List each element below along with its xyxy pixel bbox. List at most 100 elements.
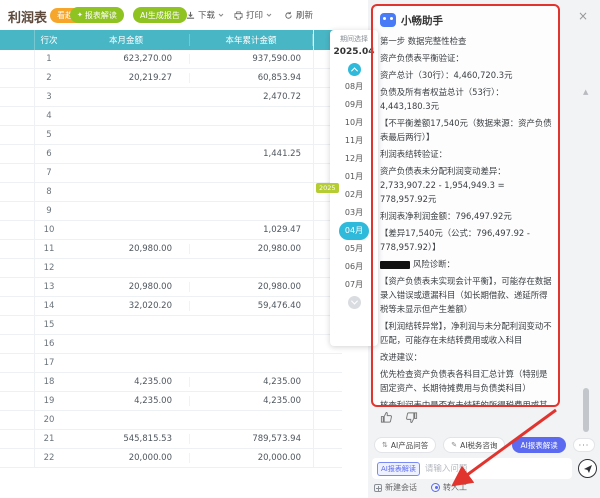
ai-scrollbar-thumb[interactable]	[583, 388, 589, 432]
thumbs-down-icon[interactable]	[405, 411, 418, 424]
table-row[interactable]: 8	[0, 183, 342, 202]
month-item[interactable]: 08月	[339, 78, 369, 96]
chip-selected[interactable]: AI报表解读	[512, 437, 565, 453]
cell-line-number: 22	[35, 453, 63, 463]
current-period: 2025.04	[334, 47, 375, 57]
month-item[interactable]: 12月	[339, 150, 369, 168]
refresh-button[interactable]: 刷新	[284, 9, 313, 21]
close-icon[interactable]: ×	[578, 10, 588, 22]
cell-line-number: 21	[35, 434, 63, 444]
sparkle-icon: ✦	[77, 11, 83, 19]
send-plane-icon	[583, 464, 593, 474]
cell-ytd-amount: 2,470.72	[190, 92, 313, 102]
period-scroll-down-button[interactable]	[348, 296, 361, 309]
cell-line-number: 8	[35, 187, 63, 197]
cell-item	[0, 297, 35, 315]
cell-line-number: 18	[35, 377, 63, 387]
table-row[interactable]: 32,470.72	[0, 88, 342, 107]
cell-line-number: 4	[35, 111, 63, 121]
table-row[interactable]: 220,219.2760,853.94	[0, 69, 342, 88]
cell-item	[0, 449, 35, 467]
print-button[interactable]: 打印	[234, 9, 272, 21]
table-row[interactable]: 5	[0, 126, 342, 145]
assistant-paragraph: 【不平衡差额17,540元（数据来源：资产负债表最后两行）】	[380, 116, 552, 144]
cell-line-number: 9	[35, 206, 63, 216]
cell-line-number: 12	[35, 263, 63, 273]
cell-filler	[313, 430, 342, 448]
cell-item	[0, 126, 35, 144]
ai-generate-report-button[interactable]: AI生成报告	[133, 7, 187, 23]
month-item[interactable]: 03月	[339, 204, 369, 222]
month-item[interactable]: 01月	[339, 168, 369, 186]
cell-ytd-amount: 20,980.00	[190, 244, 313, 254]
table-row[interactable]: 20	[0, 411, 342, 430]
refresh-icon	[284, 11, 293, 20]
assistant-paragraph: 优先检查资产负债表各科目汇总计算（特别是固定资产、长期待摊费用与负债类科目）	[380, 367, 552, 395]
cell-ytd-amount: 20,000.00	[190, 453, 313, 463]
table-row[interactable]: 61,441.25	[0, 145, 342, 164]
cell-month-amount: 4,235.00	[63, 377, 190, 387]
table-row[interactable]: 194,235.004,235.00	[0, 392, 342, 411]
cell-line-number: 20	[35, 415, 63, 425]
table-row[interactable]: 12	[0, 259, 342, 278]
cell-line-number: 2	[35, 73, 63, 83]
chip-item[interactable]: ✎AI税务咨询	[443, 437, 505, 453]
month-item-selected[interactable]: 04月	[339, 222, 369, 240]
more-chips-button[interactable]: ···	[573, 438, 595, 452]
cell-item	[0, 411, 35, 429]
cell-item	[0, 335, 35, 353]
table-row[interactable]: 2220,000.0020,000.00	[0, 449, 342, 468]
new-session-link[interactable]: 新建会话	[374, 482, 417, 493]
cell-item	[0, 164, 35, 182]
month-item[interactable]: 05月	[339, 240, 369, 258]
cell-ytd-amount: 1,029.47	[190, 225, 313, 235]
to-human-agent-link[interactable]: 转人工	[431, 482, 467, 493]
cell-ytd-amount: 59,476.40	[190, 301, 313, 311]
table-row[interactable]: 17	[0, 354, 342, 373]
cell-line-number: 11	[35, 244, 63, 254]
assistant-paragraph: 改进建议：	[380, 350, 552, 364]
thumbs-up-icon[interactable]	[380, 411, 393, 424]
period-scroll-up-button[interactable]	[348, 63, 361, 76]
table-row[interactable]: 184,235.004,235.00	[0, 373, 342, 392]
table-row[interactable]: 1623,270.00937,590.00	[0, 50, 342, 69]
month-item[interactable]: 02月	[339, 186, 369, 204]
table-row[interactable]: 1120,980.0020,980.00	[0, 240, 342, 259]
question-input[interactable]	[425, 464, 567, 474]
month-item[interactable]: 09月	[339, 96, 369, 114]
report-interpret-button[interactable]: ✦报表解读	[70, 7, 124, 23]
month-item[interactable]: 10月	[339, 114, 369, 132]
cell-item	[0, 316, 35, 334]
send-button[interactable]	[578, 459, 597, 478]
table-row[interactable]: 1432,020.2059,476.40	[0, 297, 342, 316]
header-ytd-amount: 本年累计金额	[190, 34, 313, 46]
cell-line-number: 10	[35, 225, 63, 235]
month-item[interactable]: 11月	[339, 132, 369, 150]
report-area: 利润表 看趋势 ✦报表解读 AI生成报告 下载 打印 刷新 行次	[0, 0, 368, 498]
cell-ytd-amount: 4,235.00	[190, 377, 313, 387]
table-row[interactable]: 16	[0, 335, 342, 354]
download-button[interactable]: 下载	[186, 9, 224, 21]
table-row[interactable]: 10 1,029.47	[0, 221, 342, 240]
month-item[interactable]: 06月	[339, 258, 369, 276]
cell-item	[0, 392, 35, 410]
table-row[interactable]: 7	[0, 164, 342, 183]
table-row[interactable]: 21545,815.53789,573.94	[0, 430, 342, 449]
cell-item	[0, 430, 35, 448]
table-header-row: 行次 本月金额 本年累计金额	[0, 30, 342, 50]
table-row[interactable]: 9	[0, 202, 342, 221]
month-list: 08月09月10月11月12月01月02月03月04月05月06月07月	[339, 78, 369, 294]
assistant-paragraph: 资产负债表未分配利润变动差异：2,733,907.22 - 1,954,949.…	[380, 164, 552, 206]
cell-filler	[313, 411, 342, 429]
scroll-up-arrow-icon[interactable]: ▲	[583, 88, 588, 96]
chip-label: AI税务咨询	[460, 440, 497, 451]
table-row[interactable]: 15	[0, 316, 342, 335]
cell-filler	[313, 354, 342, 372]
table-row[interactable]: 4	[0, 107, 342, 126]
cell-item	[0, 88, 35, 106]
cell-month-amount: 623,270.00	[63, 54, 190, 64]
table-row[interactable]: 1320,980.0020,980.00	[0, 278, 342, 297]
cell-line-number: 13	[35, 282, 63, 292]
chip-item[interactable]: ⇅AI产品问答	[374, 437, 436, 453]
month-item[interactable]: 07月	[339, 276, 369, 294]
